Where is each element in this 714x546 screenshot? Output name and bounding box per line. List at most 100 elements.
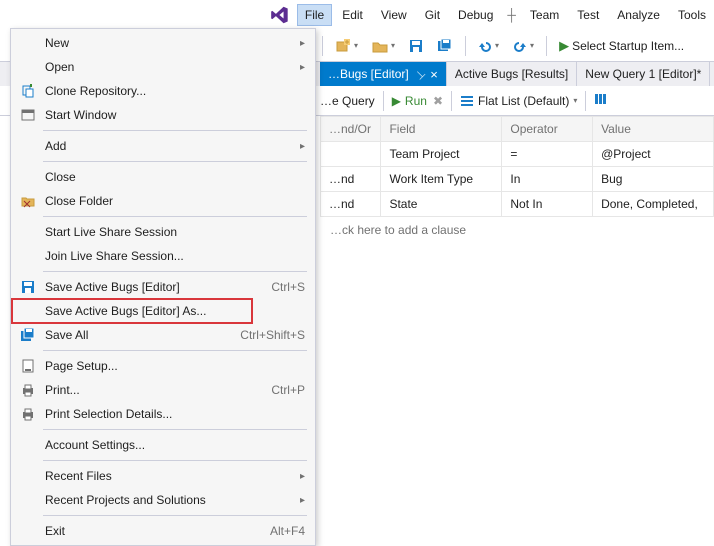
menu-item-label: Account Settings...: [45, 438, 305, 452]
query-type-dropdown[interactable]: Flat List (Default) ▾: [460, 94, 577, 108]
col-value[interactable]: Value: [593, 117, 714, 142]
grid-row[interactable]: Team Project = @Project: [321, 142, 714, 167]
menu-overflow-icon[interactable]: ┼: [503, 8, 520, 22]
cell-operator[interactable]: In: [502, 167, 593, 192]
file-menu-item[interactable]: Close Folder: [13, 189, 313, 213]
open-button[interactable]: ▾: [368, 36, 399, 56]
file-menu-item[interactable]: Print Selection Details...: [13, 402, 313, 426]
cell-field[interactable]: Team Project: [381, 142, 502, 167]
columns-icon: [594, 92, 608, 106]
tab-label: New Query 1 [Editor]*: [585, 67, 701, 81]
file-menu-item[interactable]: Save Active Bugs [Editor] As...: [13, 299, 313, 323]
run-label: Run: [405, 94, 427, 108]
file-menu-item[interactable]: Join Live Share Session...: [13, 244, 313, 268]
cell-andor[interactable]: …nd: [321, 192, 381, 217]
menu-separator: [43, 460, 307, 461]
menu-debug[interactable]: Debug: [450, 4, 501, 26]
chevron-down-icon: ▾: [573, 96, 577, 105]
toolbar-separator: [546, 36, 547, 56]
file-menu-item[interactable]: Print...Ctrl+P: [13, 378, 313, 402]
menu-file[interactable]: File: [297, 4, 332, 26]
file-menu-item[interactable]: Save Active Bugs [Editor] Ctrl+S: [13, 275, 313, 299]
menu-item-label: Page Setup...: [45, 359, 305, 373]
blank-icon: [19, 467, 37, 485]
save-button[interactable]: [405, 37, 427, 55]
menu-separator: [43, 130, 307, 131]
close-icon[interactable]: ×: [430, 68, 438, 81]
menu-item-shortcut: Ctrl+P: [271, 383, 305, 397]
save-all-icon: [437, 39, 453, 53]
file-menu-item[interactable]: Clone Repository...: [13, 79, 313, 103]
menu-edit[interactable]: Edit: [334, 4, 371, 26]
query-label: …e Query: [320, 94, 375, 108]
file-menu-item[interactable]: ExitAlt+F4: [13, 519, 313, 543]
blank-icon: [19, 34, 37, 52]
col-andor[interactable]: …nd/Or: [321, 117, 381, 142]
file-menu-item[interactable]: Recent Files▸: [13, 464, 313, 488]
saveall-icon: [19, 326, 37, 344]
file-menu-item[interactable]: Page Setup...: [13, 354, 313, 378]
run-query-button[interactable]: ▶ Run: [392, 94, 427, 108]
cell-andor[interactable]: …nd: [321, 167, 381, 192]
cell-field[interactable]: Work Item Type: [381, 167, 502, 192]
file-menu-item[interactable]: Start Live Share Session: [13, 220, 313, 244]
column-options-button[interactable]: [594, 92, 608, 109]
cell-operator[interactable]: =: [502, 142, 593, 167]
menu-analyze[interactable]: Analyze: [609, 4, 668, 26]
menu-item-label: Close Folder: [45, 194, 305, 208]
stop-button[interactable]: ✖: [433, 94, 443, 108]
file-menu-item[interactable]: Close: [13, 165, 313, 189]
file-menu-item[interactable]: Add ▸: [13, 134, 313, 158]
menu-separator: [43, 350, 307, 351]
col-operator[interactable]: Operator: [502, 117, 593, 142]
tab-active-bugs-editor[interactable]: …Bugs [Editor] ⊣ ×: [320, 62, 447, 86]
menu-separator: [43, 216, 307, 217]
cell-value[interactable]: @Project: [593, 142, 714, 167]
menu-item-label: Open: [45, 60, 292, 74]
menu-item-label: Join Live Share Session...: [45, 249, 305, 263]
redo-button[interactable]: ▾: [509, 37, 538, 55]
cell-value[interactable]: Bug: [593, 167, 714, 192]
undo-button[interactable]: ▾: [474, 37, 503, 55]
col-field[interactable]: Field: [381, 117, 502, 142]
pin-icon[interactable]: ⊣: [412, 66, 428, 82]
open-folder-icon: [372, 38, 388, 54]
grid-row[interactable]: …nd Work Item Type In Bug: [321, 167, 714, 192]
save-all-button[interactable]: [433, 37, 457, 55]
play-icon: ▶: [392, 94, 401, 108]
file-menu-item[interactable]: Open ▸: [13, 55, 313, 79]
menu-team[interactable]: Team: [522, 4, 567, 26]
cell-andor[interactable]: [321, 142, 381, 167]
toolbar-separator: [585, 91, 586, 111]
cell-value[interactable]: Done, Completed,: [593, 192, 714, 217]
submenu-arrow-icon: ▸: [300, 141, 305, 152]
menu-tools[interactable]: Tools: [670, 4, 714, 26]
cell-operator[interactable]: Not In: [502, 192, 593, 217]
grid-row[interactable]: …nd State Not In Done, Completed,: [321, 192, 714, 217]
file-menu-item[interactable]: Start Window: [13, 103, 313, 127]
menu-git[interactable]: Git: [417, 4, 448, 26]
new-project-button[interactable]: ▾: [331, 36, 362, 56]
menu-item-label: Save Active Bugs [Editor]: [45, 280, 263, 294]
menu-separator: [43, 429, 307, 430]
blank-icon: [19, 436, 37, 454]
menu-test[interactable]: Test: [569, 4, 607, 26]
file-menu-item[interactable]: Save AllCtrl+Shift+S: [13, 323, 313, 347]
submenu-arrow-icon: ▸: [300, 62, 305, 73]
menu-separator: [43, 515, 307, 516]
menu-item-label: Add: [45, 139, 292, 153]
tab-new-query[interactable]: New Query 1 [Editor]*: [577, 62, 710, 86]
startup-button[interactable]: ▶ Select Startup Item...: [555, 36, 688, 56]
file-menu-item[interactable]: New▸: [13, 31, 313, 55]
menu-item-label: Exit: [45, 524, 262, 538]
file-menu-item[interactable]: Recent Projects and Solutions▸: [13, 488, 313, 512]
cell-field[interactable]: State: [381, 192, 502, 217]
print-icon: [19, 381, 37, 399]
file-menu-item[interactable]: Account Settings...: [13, 433, 313, 457]
menu-item-shortcut: Ctrl+S: [271, 280, 305, 294]
chevron-down-icon: ▾: [354, 41, 358, 50]
menu-view[interactable]: View: [373, 4, 415, 26]
tab-active-bugs-results[interactable]: Active Bugs [Results]: [447, 62, 577, 86]
add-clause-hint[interactable]: …ck here to add a clause: [320, 217, 714, 243]
menu-item-label: Clone Repository...: [45, 84, 305, 98]
